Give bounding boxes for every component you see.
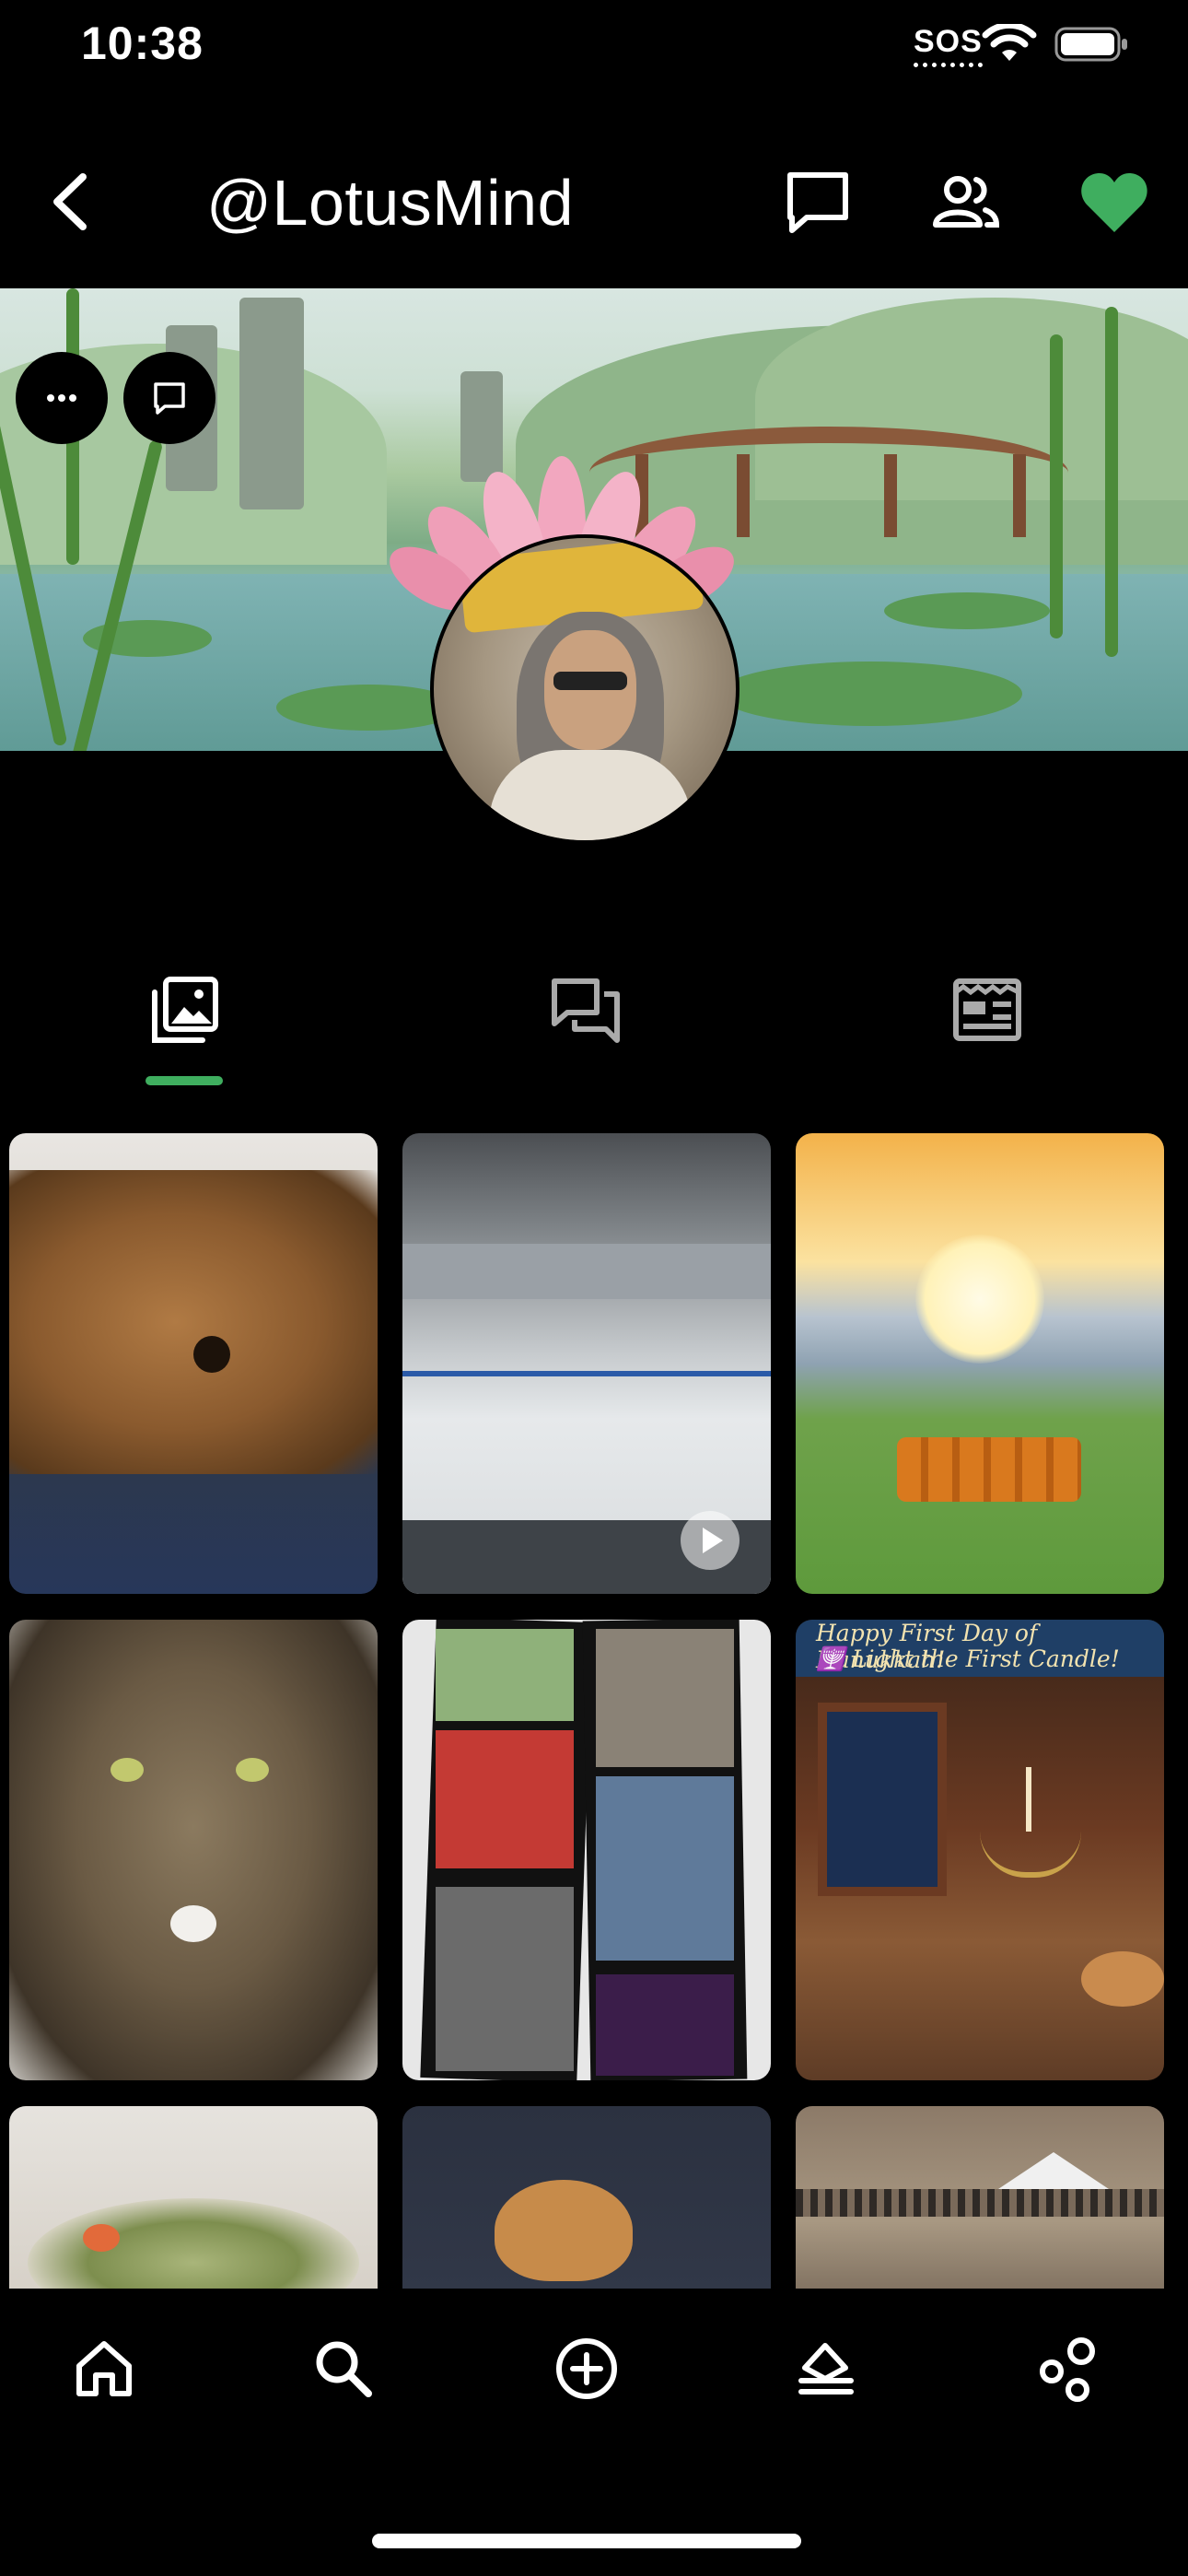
sos-indicator: SOS xyxy=(914,24,983,67)
media-grid: Happy First Day of Hanukkah! 🕎 Light the… xyxy=(0,1133,1188,2294)
grid-tile[interactable] xyxy=(9,1620,378,2080)
grid-tile[interactable] xyxy=(9,1133,378,1594)
play-icon[interactable] xyxy=(681,1511,740,1570)
heart-icon[interactable] xyxy=(1076,164,1153,241)
home-icon[interactable] xyxy=(70,2335,138,2403)
status-bar: 10:38 SOS xyxy=(0,0,1188,101)
grid-tile[interactable] xyxy=(796,1133,1164,1594)
profile-header: @LotusMind xyxy=(0,157,1188,249)
create-plus-icon[interactable] xyxy=(553,2335,621,2403)
tab-photos-icon[interactable] xyxy=(146,972,223,1049)
grid-tile[interactable] xyxy=(402,1133,771,1594)
active-tab-indicator xyxy=(146,1076,223,1085)
hanukkah-caption-line2: 🕎 Light the First Candle! xyxy=(816,1645,1120,1672)
followers-icon[interactable] xyxy=(926,164,1004,241)
tab-articles-icon[interactable] xyxy=(949,972,1026,1049)
profile-avatar[interactable] xyxy=(430,534,740,844)
grid-tile[interactable]: Happy First Day of Hanukkah! 🕎 Light the… xyxy=(796,1620,1164,2080)
battery-icon xyxy=(1054,27,1127,62)
tab-discussions-icon[interactable] xyxy=(547,972,624,1049)
back-arrow-icon[interactable] xyxy=(42,170,98,234)
home-indicator xyxy=(372,2534,801,2548)
more-dots-icon xyxy=(47,394,76,402)
stack-icon[interactable] xyxy=(792,2335,860,2403)
grid-tile[interactable] xyxy=(402,2106,771,2294)
connections-icon[interactable] xyxy=(1035,2335,1103,2403)
grid-tile[interactable] xyxy=(9,2106,378,2294)
chat-icon[interactable] xyxy=(779,164,856,241)
message-button[interactable] xyxy=(123,352,215,444)
status-time: 10:38 xyxy=(81,18,204,69)
message-icon xyxy=(154,382,185,415)
wifi-icon xyxy=(982,24,1037,61)
profile-tabs xyxy=(0,958,1188,1087)
grid-tile[interactable] xyxy=(796,2106,1164,2294)
grid-tile[interactable] xyxy=(402,1620,771,2080)
more-options-button[interactable] xyxy=(16,352,108,444)
profile-username: @LotusMind xyxy=(206,167,575,239)
search-icon[interactable] xyxy=(309,2335,378,2403)
